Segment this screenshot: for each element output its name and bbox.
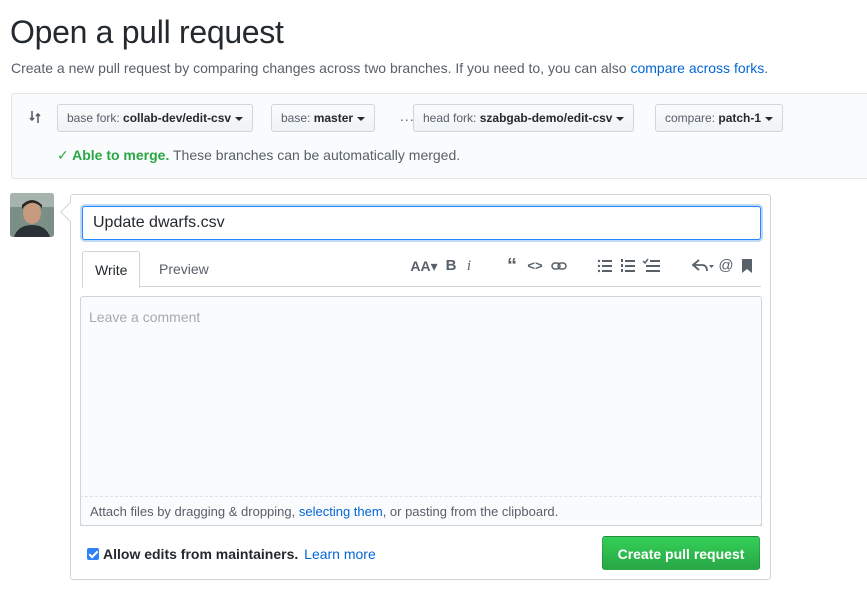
compare-branch-label: compare: (665, 111, 716, 125)
page-subtitle: Create a new pull request by comparing c… (11, 60, 768, 76)
compare-branch-value: patch-1 (718, 111, 762, 125)
merge-status-text: These branches can be automatically merg… (169, 147, 461, 163)
attach-text-end: , or pasting from the clipboard. (382, 504, 559, 519)
merge-ok-label: ✓ Able to merge. (57, 147, 170, 163)
chevron-down-icon (616, 116, 625, 121)
mention-icon[interactable]: @ (718, 257, 734, 275)
form-pointer (60, 202, 80, 222)
file-attach-bar[interactable]: Attach files by dragging & dropping, sel… (80, 496, 762, 526)
allow-edits-option: Allow edits from maintainers. Learn more (87, 546, 376, 562)
link-icon[interactable] (550, 257, 568, 275)
chevron-down-icon (235, 116, 244, 121)
attach-text-start: Attach files by dragging & dropping, (90, 504, 299, 519)
bold-icon[interactable]: B (444, 257, 458, 275)
task-list-icon[interactable] (642, 257, 660, 275)
allow-edits-label: Allow edits from maintainers. (103, 546, 299, 562)
base-branch-select[interactable]: base: master (271, 104, 376, 132)
base-branch-value: master (313, 111, 354, 125)
avatar (10, 193, 54, 237)
tab-write[interactable]: Write (82, 251, 141, 288)
head-fork-value: szabgab-demo/edit-csv (479, 111, 613, 125)
learn-more-link[interactable]: Learn more (304, 546, 376, 562)
pull-request-form: Write Preview AA▾ B i “ <> @ Attach (60, 194, 771, 580)
tab-preview[interactable]: Preview (147, 251, 221, 288)
compare-arrows-icon (29, 111, 41, 123)
merge-status: ✓ Able to merge. These branches can be a… (57, 147, 460, 164)
base-fork-select[interactable]: base fork: collab-dev/edit-csv (57, 104, 254, 132)
ordered-list-icon[interactable] (620, 257, 636, 275)
text-size-icon[interactable]: AA▾ (410, 257, 438, 275)
comment-area (80, 296, 762, 526)
create-pull-request-button[interactable]: Create pull request (602, 536, 760, 570)
page-title: Open a pull request (10, 14, 284, 50)
unordered-list-icon[interactable] (597, 257, 613, 275)
chevron-down-icon (357, 116, 366, 121)
pr-title-input[interactable] (82, 206, 761, 240)
allow-edits-checkbox[interactable] (87, 548, 99, 560)
reply-icon[interactable] (692, 257, 714, 275)
subtitle-text: Create a new pull request by comparing c… (11, 60, 631, 76)
subtitle-end: . (764, 60, 769, 76)
bookmark-icon[interactable] (741, 257, 753, 275)
base-fork-value: collab-dev/edit-csv (123, 111, 232, 125)
code-icon[interactable]: <> (526, 257, 544, 275)
quote-icon[interactable]: “ (503, 256, 521, 276)
compare-across-forks-link[interactable]: compare across forks (630, 60, 764, 76)
base-fork-label: base fork: (67, 111, 120, 125)
chevron-down-icon (765, 116, 774, 121)
italic-icon[interactable]: i (463, 257, 475, 275)
compare-branch-select[interactable]: compare: patch-1 (655, 104, 784, 132)
selecting-them-link[interactable]: selecting them (299, 504, 383, 519)
branch-range-editor: base fork: collab-dev/edit-csv base: mas… (11, 93, 867, 179)
base-branch-label: base: (281, 111, 311, 125)
head-fork-label: head fork: (423, 111, 477, 125)
user-portrait-icon (10, 193, 54, 237)
head-fork-select[interactable]: head fork: szabgab-demo/edit-csv (413, 104, 635, 132)
comment-textarea[interactable] (81, 297, 761, 525)
